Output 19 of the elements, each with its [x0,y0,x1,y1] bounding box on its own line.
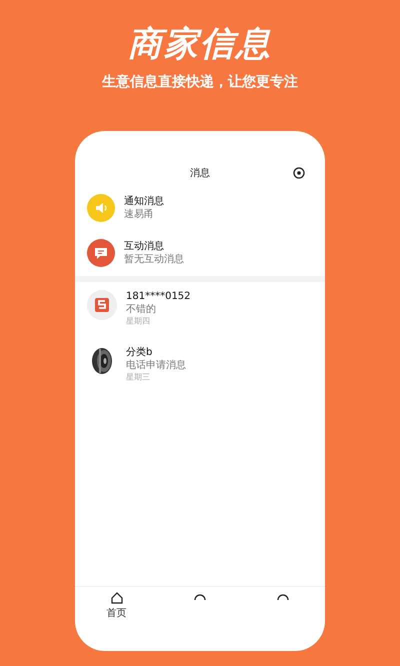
chat-bubble-icon [87,238,115,266]
message-preview: 电话申请消息 [126,359,186,372]
contact-name[interactable]: 181****0152 [126,290,191,303]
message-day: 星期四 [126,317,178,327]
home-tab[interactable]: 首页 [96,591,137,621]
screen-title: 消息 [190,166,210,180]
notice-title[interactable]: 互动消息 [124,240,184,252]
speaker-icon [87,194,115,222]
notice-preview: 速易甬 [124,208,155,220]
home-icon [110,591,124,605]
contact-name[interactable]: 分类b [126,346,186,359]
notice-title[interactable]: 通知消息 [124,194,164,208]
message-preview: 不错的 [126,303,157,316]
s-logo-icon [87,290,117,320]
notice-preview: 暂无互动消息 [124,252,184,266]
promo-title: 商家信息 [128,23,272,66]
promo-subtitle: 生意信息直接快递，让您更专注 [102,72,298,92]
message-day: 星期三 [126,373,174,383]
settings-icon[interactable] [293,167,305,179]
